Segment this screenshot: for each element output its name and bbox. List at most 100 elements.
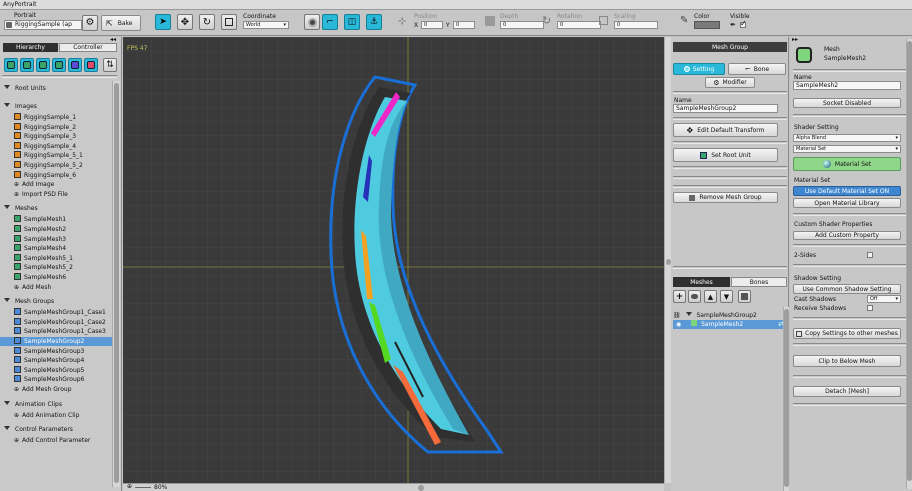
filter-button-3[interactable] [52, 58, 66, 72]
inspector-scrollbar[interactable] [906, 39, 912, 489]
set-root-unit-button[interactable]: Set Root Unit [673, 148, 778, 162]
tree-section-header[interactable]: Root Units [4, 84, 115, 93]
move-up-button[interactable]: ▲ [704, 290, 717, 303]
mg-scroll-thumb[interactable] [784, 309, 789, 487]
tree-item[interactable]: RiggingSample_1 [0, 113, 112, 122]
color-swatch[interactable] [694, 21, 720, 29]
rotation-field[interactable]: 0 [557, 21, 601, 29]
visibility-eye-icon[interactable]: ◉ [676, 321, 681, 328]
viewport[interactable]: FPS 47 [123, 37, 664, 483]
mg-tree-row-mesh[interactable]: ◉ SampleMesh2 ⇄ [673, 320, 787, 329]
tree-add-item[interactable]: ⊕ Add Animation Clip [4, 411, 115, 420]
socket-button[interactable]: Socket Disabled [793, 98, 901, 108]
mg-name-field[interactable]: SampleMeshGroup2 [673, 104, 778, 113]
mg-scrollbar[interactable] [783, 307, 789, 491]
tab-setting[interactable]: Setting [673, 63, 725, 75]
portrait-field[interactable]: RiggingSample (ap [4, 20, 82, 30]
physics-button[interactable]: ⚓ [366, 14, 382, 30]
filter-button-5[interactable] [84, 58, 98, 72]
tree-section-header[interactable]: Control Parameters [4, 425, 115, 434]
sort-button[interactable]: ⇅ [103, 58, 117, 72]
settings-gear-button[interactable]: ⚙ [82, 15, 98, 31]
tree-item[interactable]: RiggingSample_6 [0, 170, 112, 180]
left-scroll-thumb[interactable] [114, 83, 119, 483]
tree-item[interactable]: SampleMesh3 [0, 234, 112, 244]
position-y-field[interactable]: 0 [453, 21, 475, 29]
tree-item[interactable]: SampleMeshGroup1_Case3 [0, 327, 112, 336]
filter-button-1[interactable] [20, 58, 34, 72]
detach-button[interactable]: Detach [Mesh] [793, 386, 901, 397]
tree-item[interactable]: RiggingSample_5_2 [0, 161, 112, 170]
collapse-right-icon[interactable]: ▸▸ [792, 36, 798, 43]
tab-bones[interactable]: Bones [731, 277, 787, 287]
viewport-vscrollbar[interactable] [664, 37, 671, 483]
tree-item[interactable]: SampleMeshGroup3 [0, 346, 112, 356]
edit-default-transform-button[interactable]: ✥ Edit Default Transform [673, 123, 778, 137]
receive-shadows-checkbox[interactable] [867, 305, 873, 311]
zoom-slider[interactable] [135, 487, 151, 488]
depth-field[interactable]: 0 [500, 21, 544, 29]
position-x-field[interactable]: 0 [421, 21, 443, 29]
ins-name-field[interactable]: SampleMesh2 [793, 81, 901, 90]
collapse-left-icon[interactable]: ◂◂ [110, 36, 116, 43]
tree-section-header[interactable]: Meshes [4, 204, 115, 213]
tree-item[interactable]: SampleMeshGroup2 [0, 337, 112, 346]
tree-add-item[interactable]: ⊕ Add Mesh Group [4, 385, 115, 394]
add-group-button[interactable] [688, 290, 701, 303]
add-custom-property-button[interactable]: Add Custom Property [793, 231, 901, 240]
move-tool-button[interactable]: ✥ [177, 14, 193, 30]
tab-controller[interactable]: Controller [59, 43, 117, 52]
tree-item[interactable]: SampleMesh6 [0, 273, 112, 282]
tree-section-header[interactable]: Mesh Groups [4, 297, 115, 306]
tree-item[interactable]: RiggingSample_5_1 [0, 151, 112, 160]
viewport-hscroll-thumb[interactable] [418, 485, 424, 491]
tab-bone[interactable]: ⌐ Bone [728, 63, 786, 75]
inspector-scroll-thumb[interactable] [907, 41, 912, 481]
tree-item[interactable]: SampleMeshGroup6 [0, 375, 112, 384]
common-shadow-button[interactable]: Use Common Shadow Setting [793, 284, 901, 294]
bake-button[interactable]: ⇱ Bake [101, 15, 141, 31]
tree-item[interactable]: RiggingSample_3 [0, 132, 112, 141]
tree-item[interactable]: RiggingSample_4 [0, 141, 112, 151]
viewport-canvas[interactable] [123, 37, 664, 483]
tree-item[interactable]: RiggingSample_2 [0, 122, 112, 132]
tree-add-item[interactable]: ⊕ Import PSD File [4, 190, 115, 199]
material-set-dropdown[interactable]: Material Set [793, 145, 901, 153]
cast-shadows-dropdown[interactable]: Off [867, 295, 901, 303]
tree-add-item[interactable]: ⊕ Add Control Parameter [4, 436, 115, 445]
modifier-button[interactable]: ⚙ Modifier [705, 77, 755, 88]
tree-section-header[interactable]: Images [4, 102, 115, 111]
open-material-library-button[interactable]: Open Material Library [793, 198, 901, 208]
filter-button-0[interactable] [4, 58, 18, 72]
tab-hierarchy[interactable]: Hierarchy [3, 43, 58, 52]
blend-mode-dropdown[interactable]: Alpha Blend [793, 134, 901, 142]
bone-visibility-button[interactable]: ⌐ [322, 14, 338, 30]
rotate-tool-button[interactable]: ↻ [199, 14, 215, 30]
tree-item[interactable]: SampleMesh2 [0, 225, 112, 234]
mesh-visibility-button[interactable]: ◫ [344, 14, 360, 30]
use-default-material-button[interactable]: Use Default Material Set ON [793, 186, 901, 196]
add-child-button[interactable]: + [673, 290, 686, 303]
tree-item[interactable]: SampleMeshGroup5 [0, 365, 112, 375]
scale-tool-button[interactable] [221, 14, 237, 30]
left-scrollbar[interactable] [112, 81, 120, 487]
move-down-button[interactable]: ▼ [720, 290, 733, 303]
tree-add-item[interactable]: ⊕ Add Image [4, 180, 115, 189]
coordinate-dropdown[interactable]: World [243, 21, 289, 29]
tree-add-item[interactable]: ⊕ Add Mesh [4, 283, 115, 292]
tree-item[interactable]: SampleMeshGroup4 [0, 356, 112, 365]
copy-settings-button[interactable]: Copy Settings to other meshes [793, 328, 901, 339]
onion-skin-button[interactable] [304, 14, 320, 30]
scaling-field[interactable]: 0 [614, 21, 658, 29]
tree-item[interactable]: SampleMesh4 [0, 244, 112, 253]
tree-section-header[interactable]: Animation Clips [4, 400, 115, 409]
tree-item[interactable]: SampleMesh5_1 [0, 253, 112, 263]
clip-below-button[interactable]: Clip to Below Mesh [793, 355, 901, 367]
delete-child-button[interactable] [738, 290, 751, 303]
two-sides-checkbox[interactable] [867, 252, 873, 258]
tab-meshes[interactable]: Meshes [673, 277, 730, 287]
mg-tree-row-group[interactable]: ⛓ SampleMeshGroup2 [673, 311, 787, 320]
viewport-hscrollbar[interactable]: ⊕ 80% [123, 483, 664, 491]
filter-button-4[interactable] [68, 58, 82, 72]
tree-item[interactable]: SampleMeshGroup1_Case2 [0, 317, 112, 327]
